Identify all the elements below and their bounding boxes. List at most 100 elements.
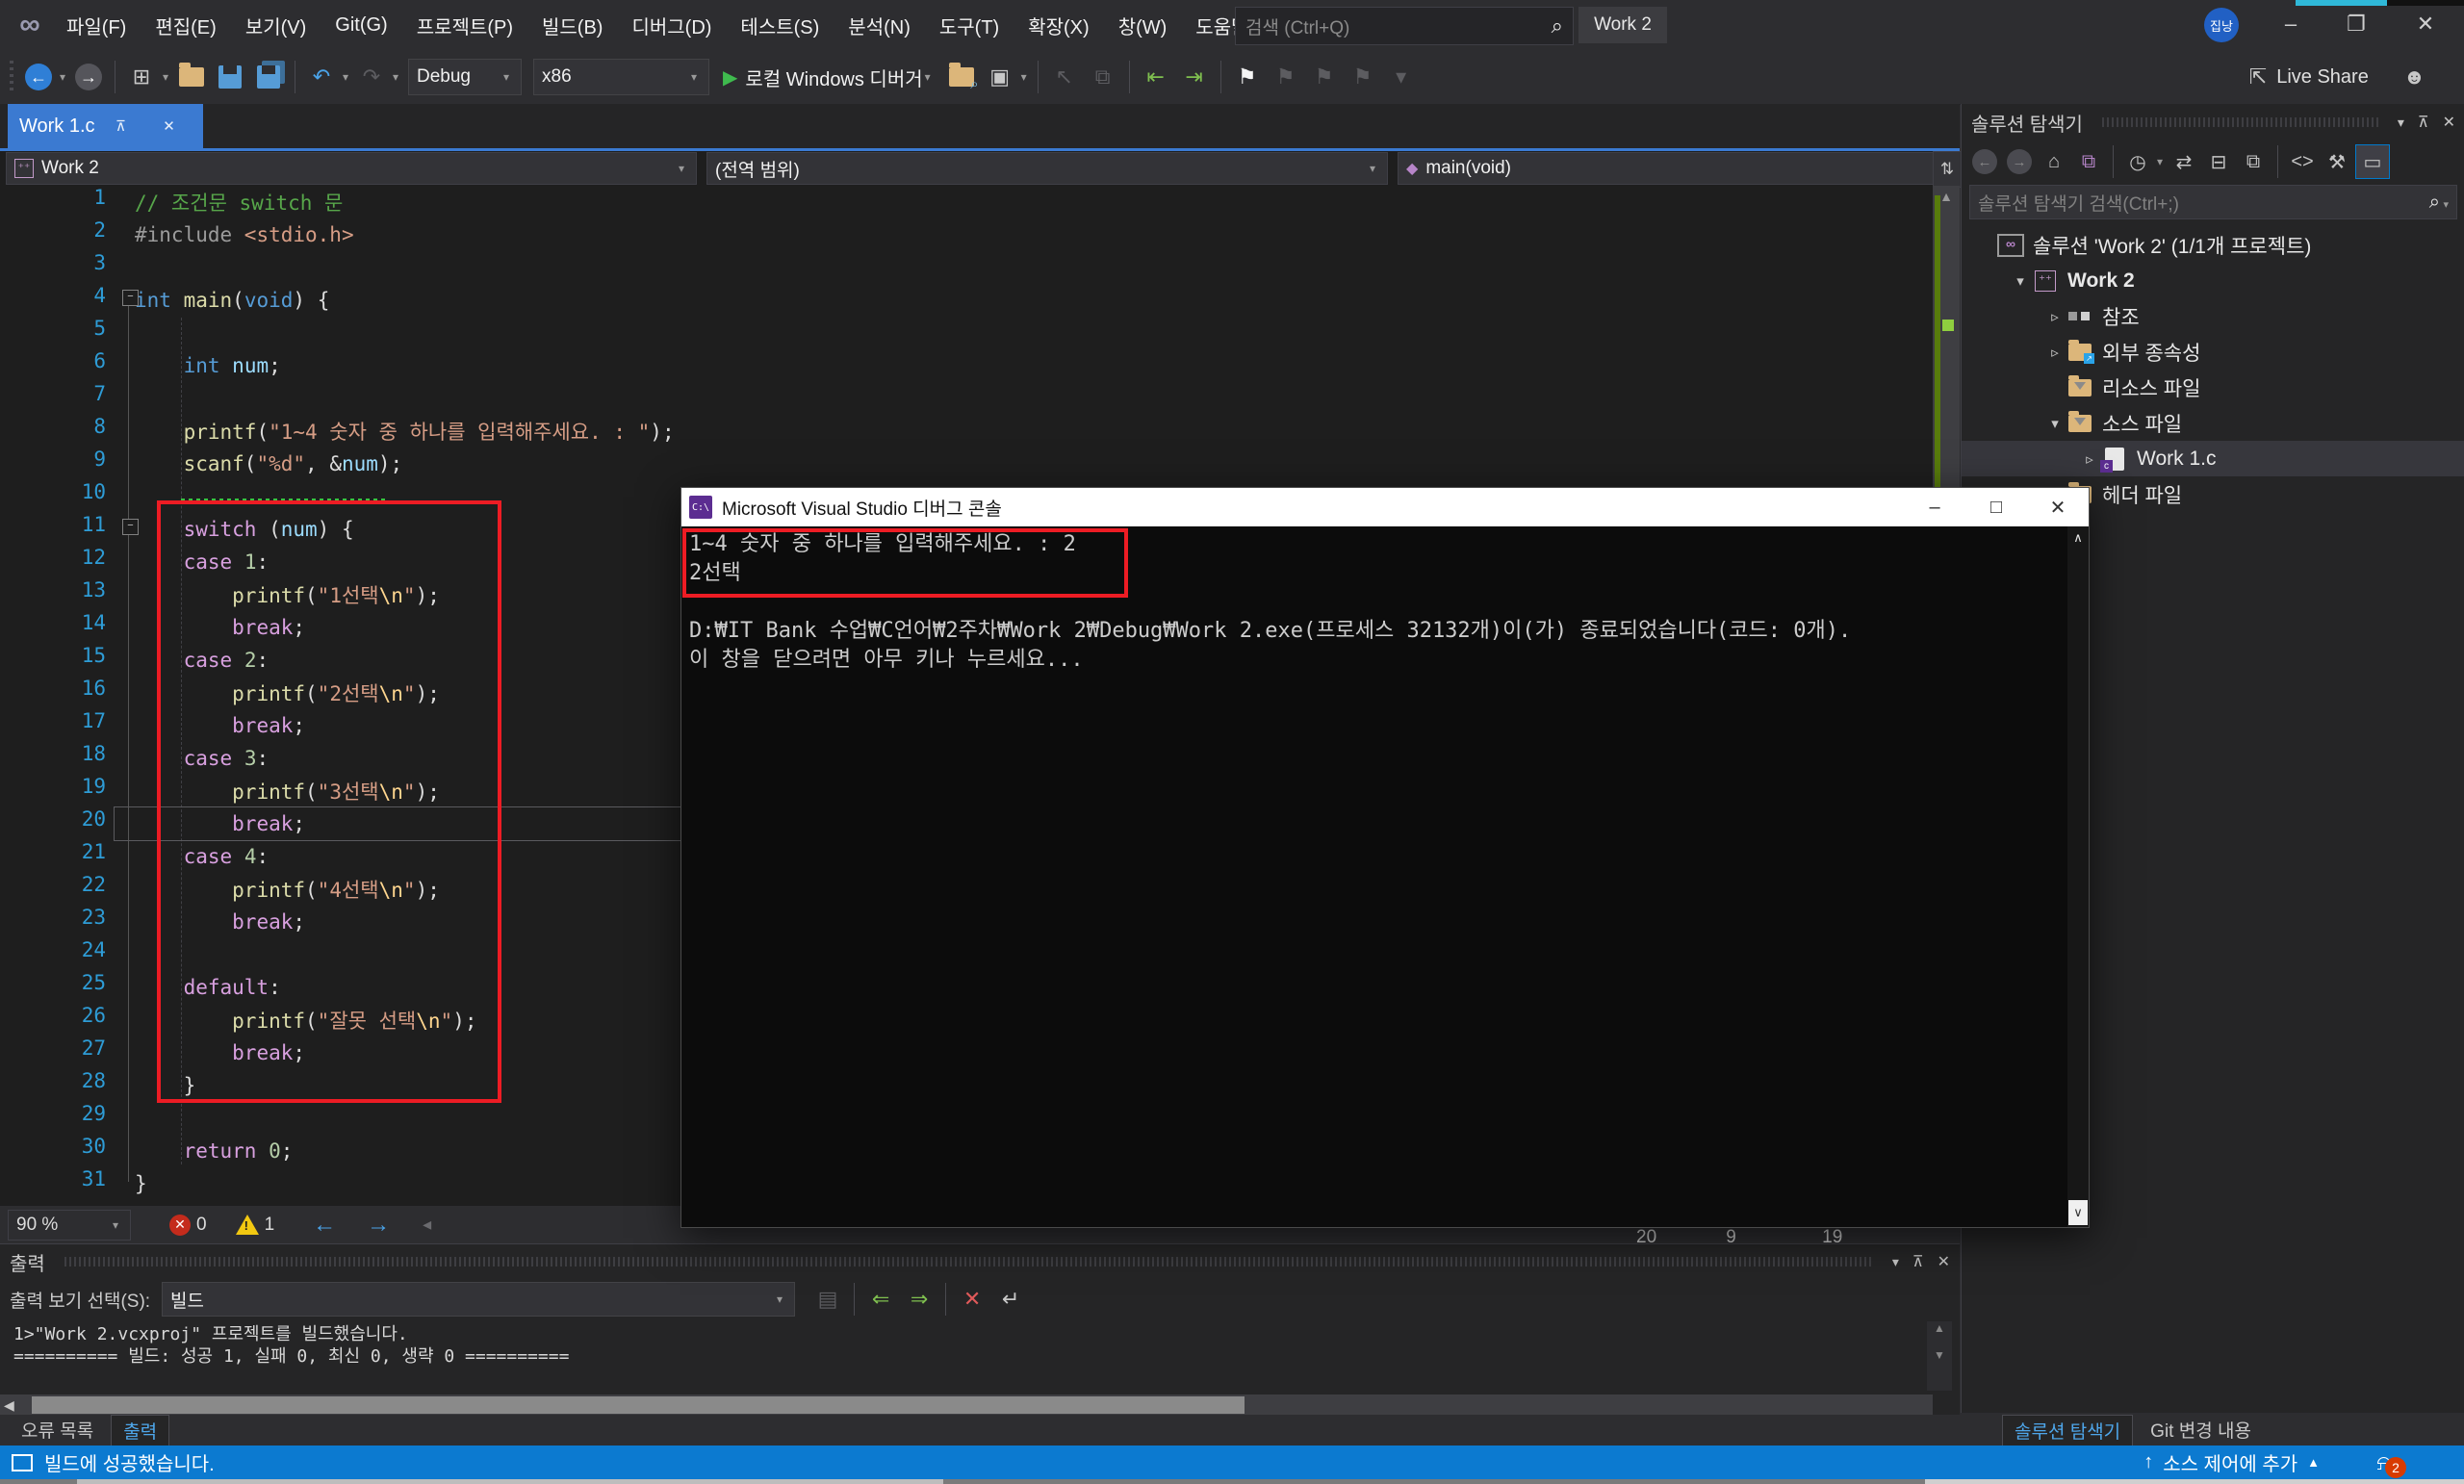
- expander-icon[interactable]: ▾: [2010, 272, 2031, 290]
- previous-message-icon[interactable]: ⇐: [863, 1282, 898, 1317]
- debug-console-window[interactable]: C:\ Microsoft Visual Studio 디버그 콘솔 – □ ✕…: [680, 487, 2090, 1228]
- output-horizontal-scrollbar[interactable]: ◀: [0, 1394, 1933, 1416]
- expander-icon[interactable]: ▹: [2044, 344, 2066, 361]
- save-icon[interactable]: [213, 60, 247, 94]
- close-button[interactable]: ✕: [2399, 0, 2452, 48]
- dropdown-arrow-icon[interactable]: ▾: [2153, 155, 2167, 168]
- tab-work1c[interactable]: Work 1.c ⊼ ✕: [8, 104, 203, 148]
- code-line[interactable]: 4int main(void) {: [0, 284, 1933, 317]
- close-panel-icon[interactable]: ✕: [2443, 113, 2455, 132]
- pin-tab-icon[interactable]: ⊼: [107, 117, 136, 135]
- home-icon[interactable]: ⌂: [2038, 145, 2070, 178]
- find-in-files-icon[interactable]: ⌕: [944, 60, 979, 94]
- expander-icon[interactable]: ▹: [2079, 450, 2100, 468]
- tree-item-참조[interactable]: ▹참조: [1962, 298, 2464, 334]
- console-title-bar[interactable]: C:\ Microsoft Visual Studio 디버그 콘솔 – □ ✕: [681, 488, 2089, 526]
- code-line[interactable]: 2#include <stdio.h>: [0, 218, 1933, 251]
- properties-icon[interactable]: ⚒: [2321, 145, 2353, 178]
- account-avatar[interactable]: 집낭: [2204, 8, 2239, 42]
- split-window-handle[interactable]: ⇅: [1933, 151, 1962, 188]
- zoom-dropdown[interactable]: 90 %▾: [8, 1210, 131, 1241]
- code-line[interactable]: 3: [0, 251, 1933, 284]
- solution-explorer-search-input[interactable]: 솔루션 탐색기 검색(Ctrl+;) ⌕ ▾: [1969, 185, 2457, 219]
- output-title-bar[interactable]: 출력 ▾ ⊼ ✕: [0, 1244, 1960, 1279]
- feedback-icon[interactable]: ☻: [2403, 64, 2426, 90]
- menu-p[interactable]: 프로젝트(P): [402, 0, 527, 50]
- project-dropdown[interactable]: ⁺⁺Work 2 ▾: [6, 152, 697, 185]
- code-line[interactable]: 7: [0, 382, 1933, 415]
- indent-decrease-icon[interactable]: ⇤: [1139, 60, 1173, 94]
- notifications-button[interactable]: ⍾ 2: [2376, 1447, 2406, 1478]
- tree-item-솔루션--work-2---1-1개-프로젝트-[interactable]: ∞솔루션 'Work 2' (1/1개 프로젝트): [1962, 227, 2464, 263]
- open-file-icon[interactable]: [174, 60, 209, 94]
- pin-panel-icon[interactable]: ⊼: [2418, 113, 2429, 132]
- dropdown-arrow-icon[interactable]: ▾: [56, 70, 69, 84]
- menu-gitg[interactable]: Git(G): [321, 0, 401, 50]
- nav-backward-icon[interactable]: ←: [21, 60, 56, 94]
- scroll-left-icon[interactable]: ◀: [4, 1394, 14, 1416]
- error-icon[interactable]: ✕: [169, 1215, 191, 1236]
- output-log[interactable]: 1>"Work 2.vcxproj" 프로젝트를 빌드했습니다. =======…: [0, 1321, 1915, 1391]
- minimize-button[interactable]: –: [2264, 0, 2318, 48]
- bottom-tab-오류-목록[interactable]: 오류 목록: [10, 1415, 105, 1446]
- bookmark-icon[interactable]: ⚑: [1230, 60, 1265, 94]
- navigate-forward-icon[interactable]: →: [367, 1212, 390, 1239]
- toolbar-grip[interactable]: [6, 61, 19, 93]
- start-debugging-button[interactable]: ▶ 로컬 Windows 디버거 ▾: [715, 60, 942, 94]
- quick-search-input[interactable]: 검색 (Ctrl+Q) ⌕: [1235, 7, 1574, 45]
- search-icon[interactable]: ⌕: [1552, 13, 1563, 38]
- menu-w[interactable]: 창(W): [1104, 0, 1182, 50]
- word-wrap-icon[interactable]: ↵: [993, 1282, 1028, 1317]
- new-file-icon[interactable]: ⊞: [124, 60, 159, 94]
- pin-panel-icon[interactable]: ⊼: [1912, 1252, 1924, 1271]
- restore-button[interactable]: ❐: [2329, 0, 2383, 48]
- collapse-all-icon[interactable]: ⊟: [2202, 145, 2235, 178]
- scope-dropdown[interactable]: (전역 범위) ▾: [706, 152, 1388, 185]
- fold-toggle-line11[interactable]: −: [122, 519, 139, 535]
- menu-n[interactable]: 분석(N): [834, 0, 925, 50]
- menu-t[interactable]: 도구(T): [925, 0, 1014, 50]
- dropdown-arrow-icon[interactable]: ▾: [1017, 70, 1031, 84]
- tree-item-리소스-파일[interactable]: 리소스 파일: [1962, 370, 2464, 405]
- add-to-source-control-button[interactable]: ↑ 소스 제어에 추가 ▲: [2143, 1448, 2320, 1476]
- show-all-files-icon[interactable]: ⧉: [2237, 145, 2270, 178]
- menu-b[interactable]: 빌드(B): [527, 0, 617, 50]
- code-line[interactable]: 5: [0, 317, 1933, 349]
- dropdown-arrow-icon[interactable]: ▾: [389, 70, 402, 84]
- start-window-icon[interactable]: ▣: [983, 60, 1017, 94]
- navigate-backward-icon[interactable]: ←: [313, 1212, 336, 1239]
- indent-increase-icon[interactable]: ⇥: [1177, 60, 1212, 94]
- expander-icon[interactable]: ▹: [2044, 308, 2066, 325]
- switch-views-icon[interactable]: ⧉: [2072, 145, 2105, 178]
- tree-item-work-2[interactable]: ▾⁺⁺Work 2: [1962, 263, 2464, 298]
- warning-icon[interactable]: !: [236, 1215, 259, 1235]
- console-close-button[interactable]: ✕: [2027, 488, 2089, 526]
- console-scroll-down-icon[interactable]: ∨: [2068, 1200, 2088, 1225]
- close-panel-icon[interactable]: ✕: [1938, 1252, 1950, 1271]
- code-line[interactable]: 6 int num;: [0, 349, 1933, 382]
- dropdown-arrow-icon[interactable]: ▾: [339, 70, 352, 84]
- window-position-icon[interactable]: ▾: [1892, 1254, 1899, 1270]
- code-line[interactable]: 9 scanf("%d", &num);: [0, 448, 1933, 480]
- clear-all-icon[interactable]: ✕: [955, 1282, 989, 1317]
- background-tasks-icon[interactable]: [12, 1454, 33, 1471]
- console-minimize-button[interactable]: –: [1904, 488, 1965, 526]
- menu-v[interactable]: 보기(V): [231, 0, 321, 50]
- solution-configuration-dropdown[interactable]: Debug▾: [408, 59, 522, 95]
- tree-item-소스-파일[interactable]: ▾소스 파일: [1962, 405, 2464, 441]
- tree-item-외부-종속성[interactable]: ▹↗외부 종속성: [1962, 334, 2464, 370]
- preview-selected-items-icon[interactable]: ▭: [2355, 144, 2390, 179]
- right-tab-솔루션-탐색기[interactable]: 솔루션 탐색기: [2002, 1415, 2133, 1446]
- scrollbar-thumb[interactable]: [32, 1396, 1245, 1414]
- menu-d[interactable]: 디버그(D): [617, 0, 726, 50]
- tree-item-work-1-c[interactable]: ▹cWork 1.c: [1962, 441, 2464, 476]
- console-maximize-button[interactable]: □: [1965, 488, 2027, 526]
- bottom-tab-출력[interactable]: 출력: [111, 1415, 169, 1446]
- live-share-label[interactable]: Live Share: [2276, 66, 2369, 89]
- solution-platform-dropdown[interactable]: x86▾: [533, 59, 709, 95]
- code-line[interactable]: 8 printf("1~4 숫자 중 하나를 입력해주세요. : ");: [0, 415, 1933, 448]
- close-tab-icon[interactable]: ✕: [155, 117, 184, 135]
- save-all-icon[interactable]: [251, 60, 286, 94]
- right-tab-Git-변경-내용[interactable]: Git 변경 내용: [2139, 1415, 2263, 1446]
- menu-s[interactable]: 테스트(S): [726, 0, 834, 50]
